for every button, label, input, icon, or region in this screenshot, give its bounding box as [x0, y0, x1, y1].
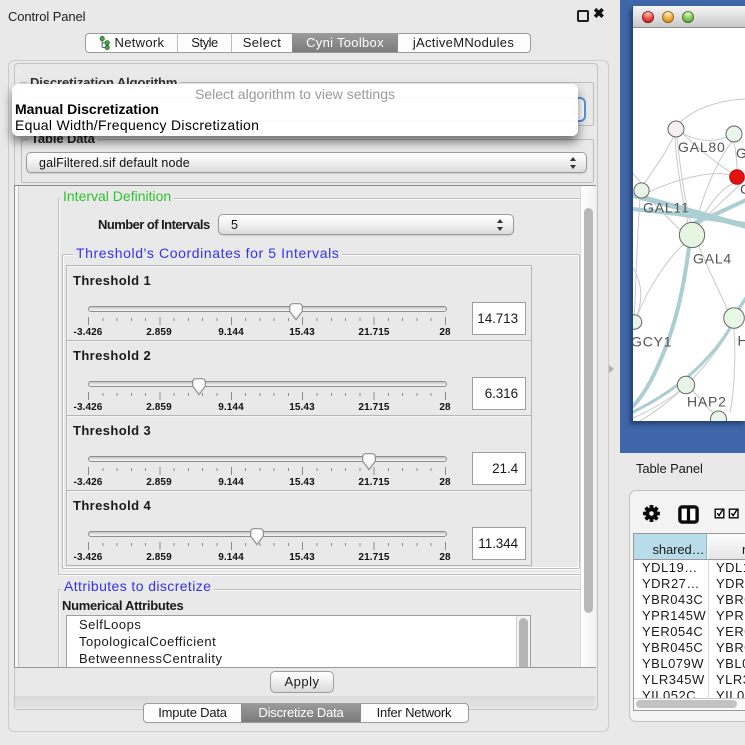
svg-text:GA: GA: [736, 145, 745, 161]
svg-text:GAL11: GAL11: [643, 200, 690, 216]
svg-text:C: C: [740, 181, 745, 197]
svg-text:HAP2: HAP2: [687, 394, 727, 410]
svg-text:GAL4: GAL4: [693, 251, 732, 267]
svg-text:H: H: [738, 333, 745, 349]
svg-text:GAL80: GAL80: [678, 139, 726, 155]
svg-text:GCY1: GCY1: [633, 334, 672, 350]
